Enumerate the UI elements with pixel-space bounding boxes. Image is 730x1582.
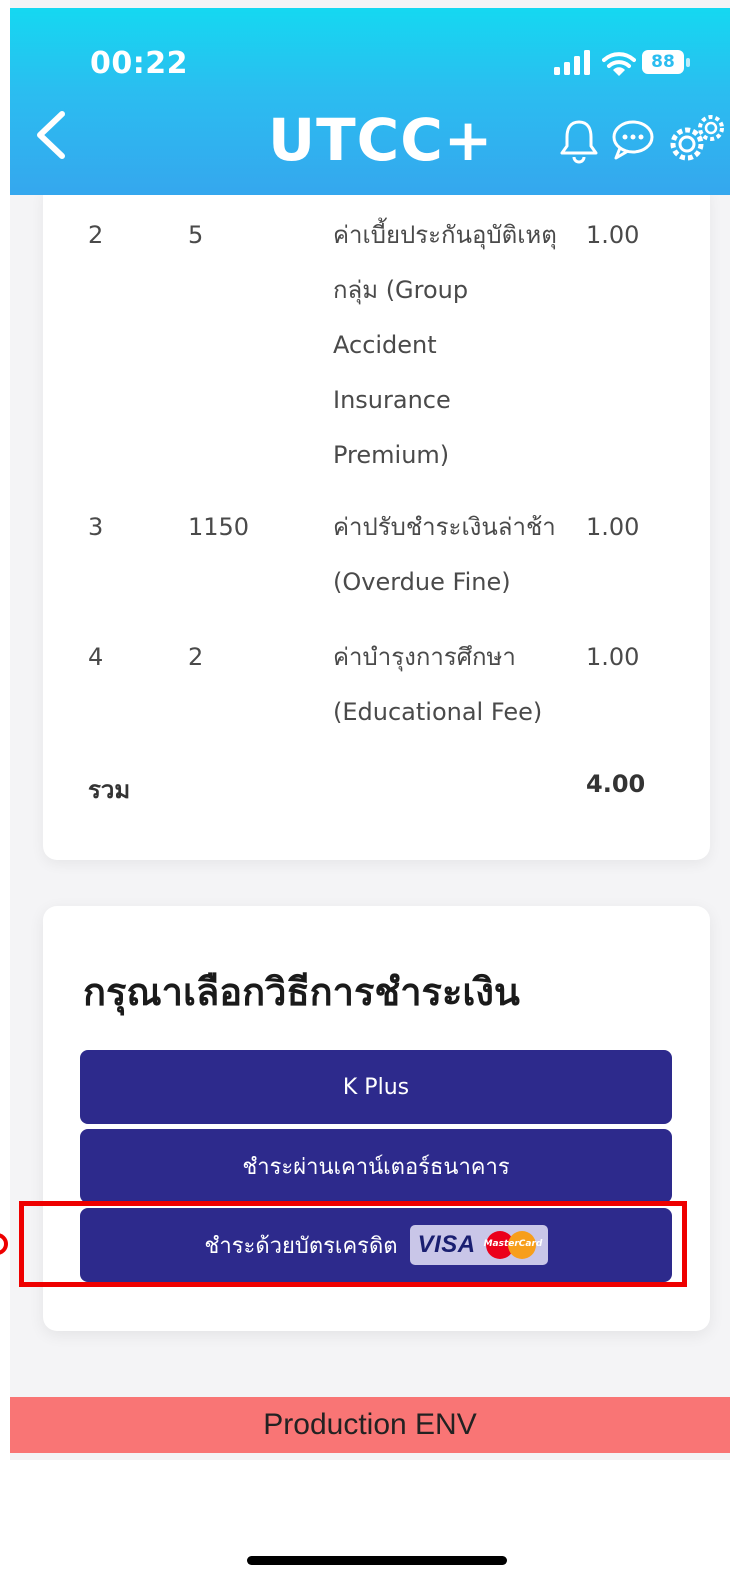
bank-counter-button[interactable]: ชำระผ่านเคาน์เตอร์ธนาคาร [80,1129,672,1203]
row-code: 2 [188,643,204,671]
row-amount: 1.00 [586,643,640,671]
payment-method-title: กรุณาเลือกวิธีการชำระเงิน [83,970,520,1014]
bell-icon[interactable] [558,118,600,164]
fee-table-card: 2 5 ค่าเบี้ยประกันอุบัติเหตุ กลุ่ม (Grou… [43,190,710,860]
kplus-button-label: K Plus [342,1074,410,1100]
row-number: 4 [88,643,104,671]
row-amount: 1.00 [586,513,640,541]
bank-counter-button-label: ชำระผ่านเคาน์เตอร์ธนาคาร [242,1154,510,1180]
row-description: ค่าบำรุงการศึกษา (Educational Fee) [333,643,543,726]
row-code: 5 [188,221,204,249]
battery-level: 88 [642,50,684,74]
row-description: ค่าปรับชำระเงินล่าช้า (Overdue Fine) [333,513,556,596]
status-time: 00:22 [90,46,188,81]
highlight-annotation [19,1201,687,1287]
signal-icon [554,50,590,75]
home-indicator [247,1556,507,1565]
row-code: 1150 [188,513,250,541]
total-label: รวม [88,776,131,804]
row-description: ค่าเบี้ยประกันอุบัติเหตุ กลุ่ม (Group Ac… [333,221,557,469]
kplus-button[interactable]: K Plus [80,1050,672,1124]
back-chevron-icon[interactable] [32,108,72,162]
total-amount: 4.00 [586,770,646,798]
row-number: 2 [88,221,104,249]
battery-icon: 88 [642,50,694,76]
app-title: UTCC+ [268,106,494,174]
gear-icon[interactable] [665,114,729,164]
app-header: 00:22 88 UTCC+ [10,8,730,195]
environment-banner: Production ENV [10,1397,730,1453]
wifi-icon [602,52,636,76]
row-number: 3 [88,513,104,541]
battery-tip [686,58,690,67]
chat-icon[interactable] [610,118,656,162]
row-amount: 1.00 [586,221,640,249]
